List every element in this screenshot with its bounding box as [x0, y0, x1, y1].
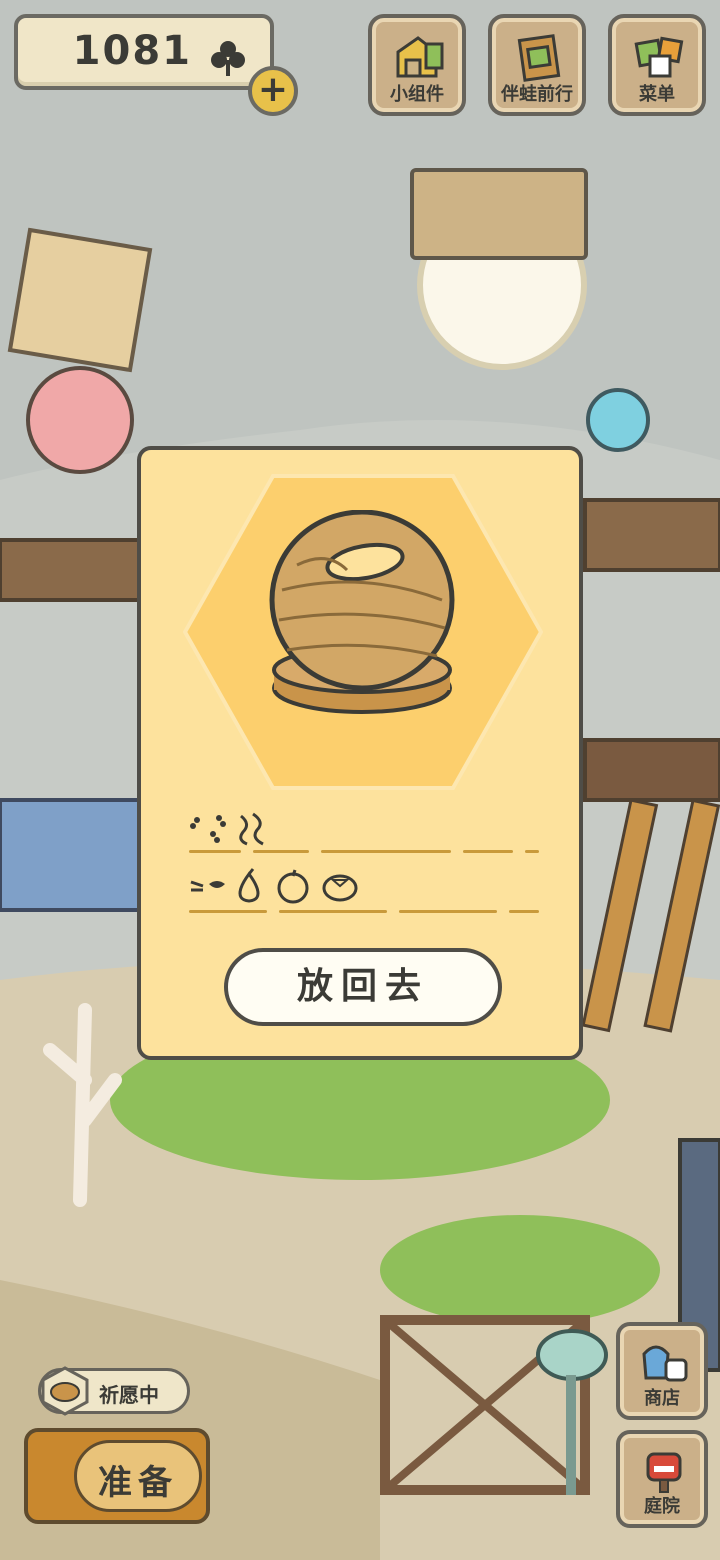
clue-line [463, 850, 513, 853]
clue-line [279, 910, 387, 913]
album-icon [517, 34, 561, 82]
widget-label: 小组件 [390, 84, 444, 105]
clue-line [253, 850, 309, 853]
clover-count: 1081 [72, 28, 192, 74]
menu-label: 菜单 [639, 84, 675, 105]
album-label: 伴蛙前行 [501, 84, 573, 105]
clue-line [189, 850, 241, 853]
eyes-icon [190, 880, 225, 892]
yard-button[interactable]: 庭院 [616, 1430, 708, 1528]
yard-label: 庭院 [644, 1496, 680, 1517]
prepare-button-plate: 准备 [74, 1440, 202, 1512]
item-dialog: 放回去 [137, 446, 583, 1060]
persimmon-icon [322, 874, 358, 902]
clover-counter: 1081 [14, 14, 274, 90]
clover-icon [211, 41, 245, 76]
prepare-label: 准备 [98, 1463, 178, 1503]
clue-line [321, 850, 451, 853]
footprints-icon [190, 815, 226, 843]
clue-line [399, 910, 497, 913]
shop-bags-icon [642, 1345, 688, 1382]
clue-line [189, 910, 267, 913]
wooden-ring-ornament-icon [269, 510, 455, 714]
widget-icon [396, 36, 444, 78]
wind-icon [239, 812, 264, 846]
wish-badge[interactable]: 祈愿中 [38, 1366, 190, 1416]
shop-label: 商店 [644, 1388, 680, 1409]
clue-line [525, 850, 539, 853]
menu-button[interactable]: 菜单 [608, 14, 706, 116]
shop-button[interactable]: 商店 [616, 1322, 708, 1420]
clue-row-1 [185, 812, 545, 852]
yard-mailbox-icon [646, 1452, 682, 1493]
pear-icon [238, 868, 260, 903]
plus-icon: + [257, 69, 289, 110]
widget-button[interactable]: 小组件 [368, 14, 466, 116]
clue-row-2 [185, 868, 545, 908]
prepare-button[interactable]: 准备 [24, 1428, 210, 1524]
bread-icon [41, 1366, 89, 1416]
clue-line [509, 910, 539, 913]
menu-cards-icon [634, 36, 684, 78]
apple-icon [277, 869, 309, 904]
wish-label: 祈愿中 [99, 1383, 159, 1407]
add-clover-button[interactable]: + [248, 66, 298, 116]
album-button[interactable]: 伴蛙前行 [488, 14, 586, 116]
put-back-button[interactable]: 放回去 [224, 948, 502, 1026]
